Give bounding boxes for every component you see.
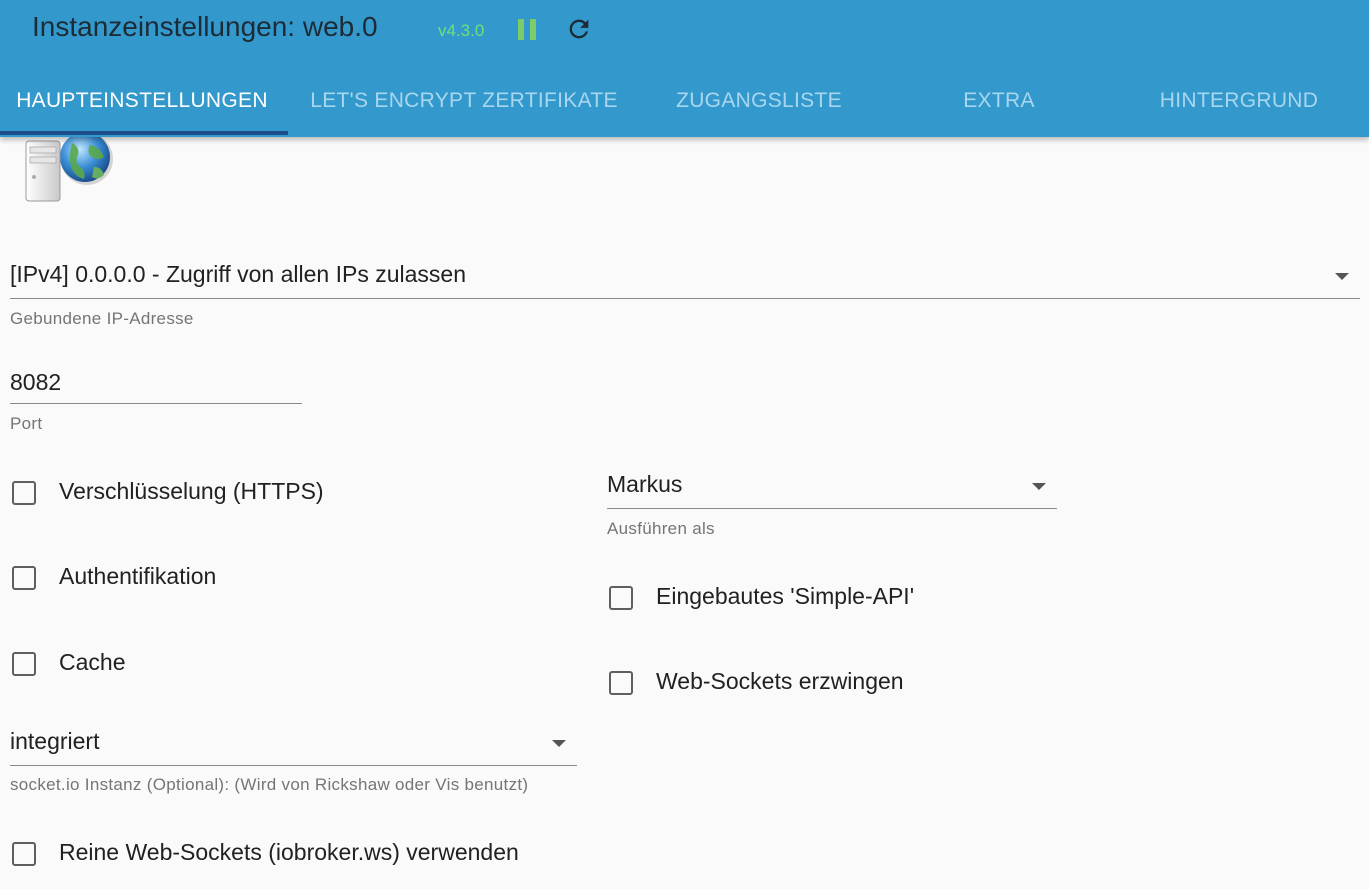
simple-api-label: Eingebautes 'Simple-API' <box>656 583 915 609</box>
force-ws-label: Web-Sockets erzwingen <box>656 668 904 694</box>
run-as-label: Ausführen als <box>607 519 715 538</box>
bind-ip-value: [IPv4] 0.0.0.0 - Zugriff von allen IPs z… <box>10 261 466 287</box>
auth-checkbox[interactable] <box>12 566 36 590</box>
chevron-down-icon <box>1032 483 1046 490</box>
socketio-label: socket.io Instanz (Optional): (Wird von … <box>10 775 529 794</box>
simple-api-checkbox[interactable] <box>609 586 633 610</box>
tab-lets-encrypt[interactable]: LET'S ENCRYPT ZERTIFIKATE <box>296 64 632 137</box>
simple-api-checkbox-row[interactable]: Eingebautes 'Simple-API' <box>609 583 1109 617</box>
pure-ws-checkbox-row[interactable]: Reine Web-Sockets (iobroker.ws) verwende… <box>12 839 712 873</box>
tab-extra[interactable]: EXTRA <box>900 64 1098 137</box>
tab-bar: HAUPTEINSTELLUNGEN LET'S ENCRYPT ZERTIFI… <box>0 64 1369 137</box>
web-server-globe-logo <box>24 132 114 203</box>
pure-ws-checkbox[interactable] <box>12 842 36 866</box>
port-label: Port <box>10 414 43 433</box>
force-ws-checkbox-row[interactable]: Web-Sockets erzwingen <box>609 668 1109 702</box>
cache-checkbox-row[interactable]: Cache <box>12 649 412 683</box>
socketio-value: integriert <box>10 728 100 754</box>
page-title: Instanzeinstellungen: web.0 <box>32 11 378 42</box>
bind-ip-select[interactable]: [IPv4] 0.0.0.0 - Zugriff von allen IPs z… <box>10 255 1360 299</box>
socketio-select[interactable]: integriert <box>10 723 577 766</box>
auth-checkbox-row[interactable]: Authentifikation <box>12 563 412 597</box>
cache-checkbox[interactable] <box>12 652 36 676</box>
title-bar: Instanzeinstellungen: web.0 v4.3.0 <box>0 0 1369 64</box>
port-field[interactable] <box>10 366 302 404</box>
cache-label: Cache <box>59 649 126 675</box>
port-input[interactable] <box>10 366 302 398</box>
app-header: Instanzeinstellungen: web.0 v4.3.0 HAUPT… <box>0 0 1369 137</box>
bind-ip-label: Gebundene IP-Adresse <box>10 309 194 328</box>
https-checkbox[interactable] <box>12 481 36 505</box>
force-ws-checkbox[interactable] <box>609 671 633 695</box>
pause-icon[interactable] <box>518 19 538 41</box>
version-badge: v4.3.0 <box>438 21 485 40</box>
auth-label: Authentifikation <box>59 563 217 589</box>
tab-hintergrund[interactable]: HINTERGRUND <box>1130 64 1348 137</box>
run-as-select[interactable]: Markus <box>607 466 1057 509</box>
chevron-down-icon <box>552 740 566 747</box>
tab-haupteinstellungen[interactable]: HAUPTEINSTELLUNGEN <box>0 64 284 137</box>
chevron-down-icon <box>1335 273 1349 280</box>
run-as-value: Markus <box>607 471 683 497</box>
refresh-icon[interactable] <box>565 15 593 43</box>
https-checkbox-row[interactable]: Verschlüsselung (HTTPS) <box>12 478 412 512</box>
tab-zugangsliste[interactable]: ZUGANGSLISTE <box>648 64 870 137</box>
active-tab-indicator <box>0 131 288 135</box>
pure-ws-label: Reine Web-Sockets (iobroker.ws) verwende… <box>59 839 519 865</box>
https-label: Verschlüsselung (HTTPS) <box>59 478 324 504</box>
